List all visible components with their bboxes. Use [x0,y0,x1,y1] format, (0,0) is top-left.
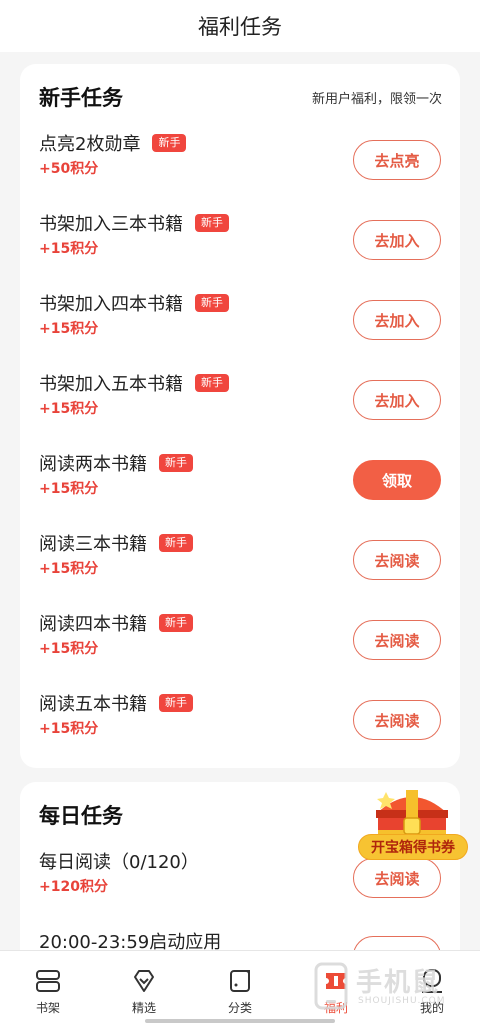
tab-bookshelf[interactable]: 书架 [0,951,96,1024]
tab-label: 书架 [35,1001,60,1015]
task-name: 书架加入三本书籍 [39,214,183,235]
page-title: 福利任务 [198,15,282,39]
light-up-button[interactable]: 去点亮 [353,140,441,180]
bookshelf-icon [36,970,60,992]
task-row: 书架加入五本书籍 新手 +15积分 去加入 [20,370,460,450]
add-books-button[interactable]: 去加入 [353,220,441,260]
tab-label: 精选 [131,1001,156,1015]
task-points: +120积分 [39,879,108,895]
newbie-tasks-card: 新手任务 新用户福利，限领一次 点亮2枚勋章 新手 +50积分 去点亮 书架加入… [20,64,460,768]
task-name: 阅读五本书籍 [39,694,147,715]
task-row: 阅读两本书籍 新手 +15积分 领取 [20,450,460,530]
task-row: 阅读三本书籍 新手 +15积分 去阅读 [20,530,460,610]
add-books-button[interactable]: 去加入 [353,300,441,340]
task-points: +15积分 [39,721,99,737]
category-icon [230,970,250,992]
task-name: 阅读三本书籍 [39,534,147,555]
task-row: 书架加入四本书籍 新手 +15积分 去加入 [20,290,460,370]
task-points: +15积分 [39,241,99,257]
add-books-button[interactable]: 去加入 [353,380,441,420]
open-chest-label[interactable]: 开宝箱得书券 [358,834,468,860]
go-read-button[interactable]: 去阅读 [353,700,441,740]
task-points: +15积分 [39,401,99,417]
task-points: +50积分 [39,161,99,177]
newbie-badge: 新手 [159,454,193,472]
task-points: +15积分 [39,321,99,337]
task-name: 书架加入四本书籍 [39,294,183,315]
newbie-badge: 新手 [195,214,229,232]
go-read-button[interactable]: 去阅读 [353,540,441,580]
newbie-badge: 新手 [159,534,193,552]
task-row: 点亮2枚勋章 新手 +50积分 去点亮 [20,130,460,210]
claim-button[interactable]: 领取 [353,460,441,500]
task-points: +15积分 [39,561,99,577]
task-name: 阅读两本书籍 [39,454,147,475]
newbie-section-title: 新手任务 [39,86,123,110]
watermark-text: 手机鼠 [356,968,441,998]
tab-featured[interactable]: 精选 [96,951,192,1024]
watermark: 手机鼠 SHOUJISHU.COM [312,958,472,1018]
task-name: 阅读四本书籍 [39,614,147,635]
task-name: 书架加入五本书籍 [39,374,183,395]
diamond-icon [134,970,154,992]
task-row: 阅读五本书籍 新手 +15积分 去阅读 [20,690,460,770]
newbie-badge: 新手 [195,294,229,312]
watermark-subtext: SHOUJISHU.COM [358,996,446,1006]
go-read-button[interactable]: 去阅读 [353,620,441,660]
tab-category[interactable]: 分类 [192,951,288,1024]
watermark-logo-icon [314,962,348,1010]
task-points: +15积分 [39,481,99,497]
task-name: 点亮2枚勋章 [39,134,141,155]
page-header: 福利任务 [0,0,480,52]
newbie-badge: 新手 [152,134,187,152]
go-read-button[interactable]: 去阅读 [353,858,441,898]
newbie-badge: 新手 [159,614,193,632]
task-row: 阅读四本书籍 新手 +15积分 去阅读 [20,610,460,690]
task-row: 书架加入三本书籍 新手 +15积分 去加入 [20,210,460,290]
daily-section-title: 每日任务 [39,804,123,828]
task-points: +15积分 [39,641,99,657]
home-indicator[interactable] [145,1019,335,1023]
newbie-badge: 新手 [195,374,229,392]
tab-label: 分类 [227,1001,252,1015]
task-name: 每日阅读（0/120） [39,852,199,873]
newbie-section-subtitle: 新用户福利，限领一次 [311,92,442,107]
newbie-badge: 新手 [159,694,193,712]
